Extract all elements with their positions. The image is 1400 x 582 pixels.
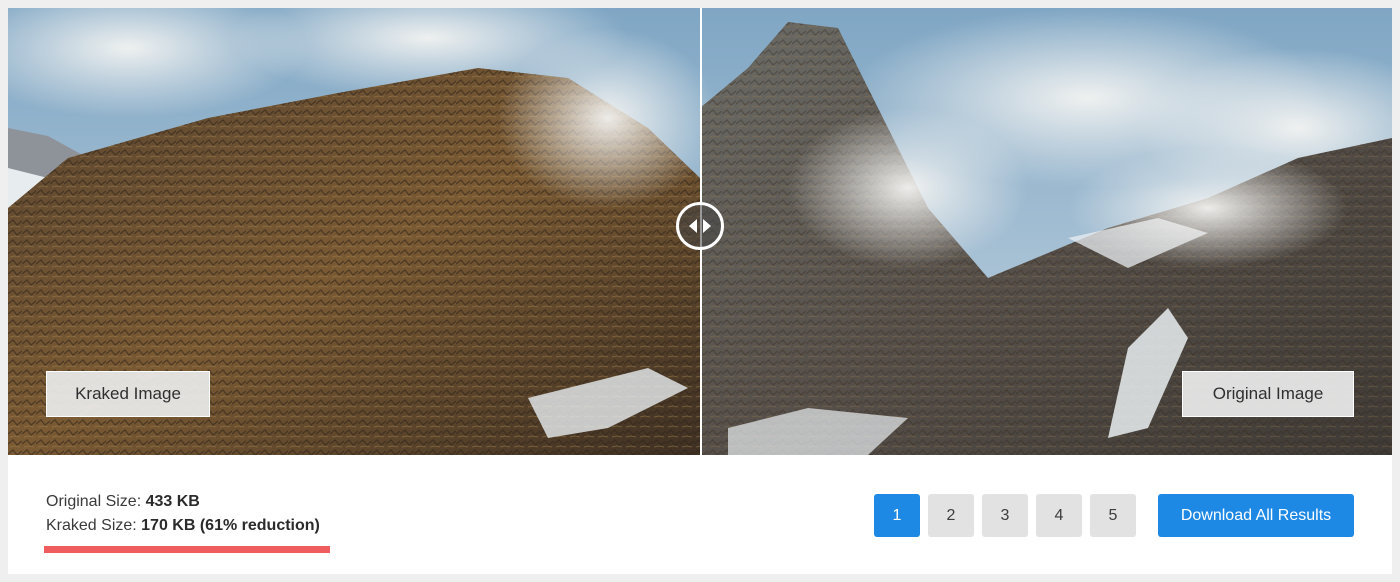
page-button-5[interactable]: 5 — [1090, 494, 1136, 537]
kraked-size-label: Kraked Size: — [46, 517, 142, 534]
page-button-2[interactable]: 2 — [928, 494, 974, 537]
page-button-4[interactable]: 4 — [1036, 494, 1082, 537]
image-comparison[interactable]: Kraked Image Original Image — [8, 8, 1392, 455]
kraked-size-value: 170 KB (61% reduction) — [141, 517, 320, 534]
original-image-label: Original Image — [1182, 371, 1354, 417]
page-button-3[interactable]: 3 — [982, 494, 1028, 537]
original-size-label: Original Size: — [46, 493, 146, 510]
pagination: 1 2 3 4 5 — [874, 494, 1144, 537]
highlight-underline — [44, 546, 330, 553]
left-right-arrows-icon[interactable] — [676, 202, 724, 250]
original-size-value: 433 KB — [145, 493, 200, 510]
download-all-button[interactable]: Download All Results — [1158, 494, 1354, 537]
original-size-row: Original Size: 433 KB — [46, 490, 320, 514]
page-button-1[interactable]: 1 — [874, 494, 920, 537]
result-card: Kraked Image Original Image Original Siz… — [8, 8, 1392, 574]
size-stats: Original Size: 433 KB Kraked Size: 170 K… — [46, 490, 320, 538]
kraked-size-row: Kraked Size: 170 KB (61% reduction) — [46, 514, 320, 538]
kraked-image-label: Kraked Image — [46, 371, 210, 417]
